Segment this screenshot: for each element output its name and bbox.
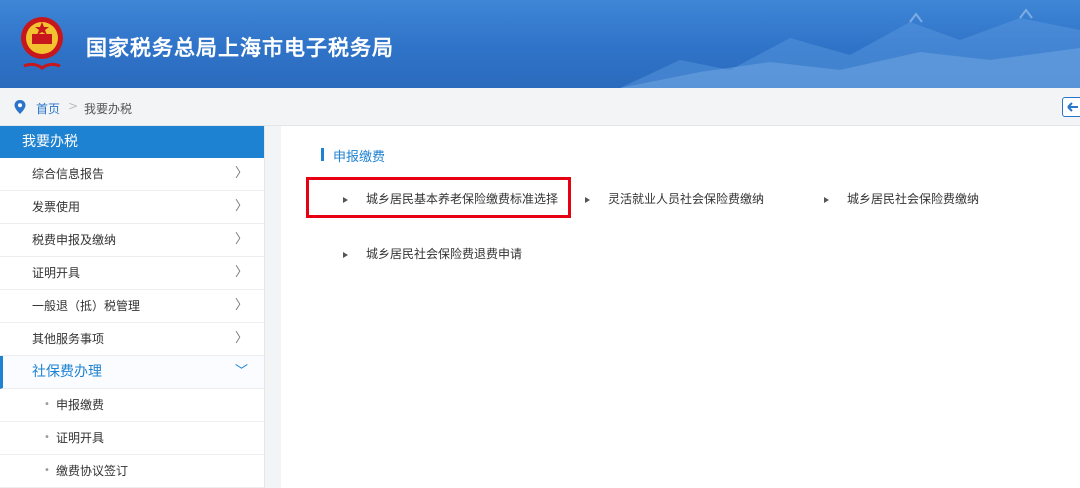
sidebar-item-invoice[interactable]: 发票使用 〉 — [0, 191, 264, 224]
section-title: 申报缴费 — [333, 150, 386, 165]
bullet-icon: • — [44, 432, 50, 443]
breadcrumb-separator: > — [68, 99, 79, 113]
chevron-right-icon: 〉 — [234, 199, 248, 214]
sidebar-subitem-declare-pay[interactable]: • 申报缴费 — [0, 389, 264, 422]
chevron-down-icon: ﹀ — [234, 364, 248, 379]
sidebar-subitem-label: 证明开具 — [56, 431, 105, 445]
sidebar-item-social-insurance[interactable]: 社保费办理 ﹀ — [0, 356, 264, 389]
sidebar-item-comprehensive-report[interactable]: 综合信息报告 〉 — [0, 158, 264, 191]
section-marker — [321, 148, 324, 161]
link-resident-insurance-refund[interactable]: 城乡居民社会保险费退费申请 — [343, 245, 522, 262]
great-wall-background-icon — [620, 8, 1080, 88]
sidebar-item-tax-filing[interactable]: 税费申报及缴纳 〉 — [0, 224, 264, 257]
site-title: 国家税务总局上海市电子税务局 — [86, 36, 394, 60]
sidebar-item-label: 社保费办理 — [32, 364, 102, 380]
chevron-right-icon: 〉 — [234, 232, 248, 247]
link-resident-insurance-payment[interactable]: 城乡居民社会保险费缴纳 — [824, 190, 979, 207]
breadcrumb-home-link[interactable]: 首页 — [36, 100, 60, 117]
sidebar-item-other-services[interactable]: 其他服务事项 〉 — [0, 323, 264, 356]
map-pin-icon — [14, 100, 26, 114]
back-arrow-icon — [1067, 102, 1078, 112]
bullet-icon: • — [44, 465, 50, 476]
sidebar-subitem-label: 申报缴费 — [56, 398, 105, 412]
bullet-icon: • — [44, 399, 50, 410]
triangle-right-icon — [585, 196, 590, 203]
breadcrumb-current: 我要办税 — [84, 102, 133, 116]
chevron-right-icon: 〉 — [234, 265, 248, 280]
sidebar-subitem-label: 缴费协议签订 — [56, 464, 129, 478]
breadcrumb: 首页 > 我要办税 — [0, 88, 1080, 126]
site-header: 国家税务总局上海市电子税务局 — [0, 0, 1080, 88]
link-flexible-employment-payment[interactable]: 灵活就业人员社会保险费缴纳 — [585, 190, 764, 207]
tax-emblem-icon — [21, 17, 63, 70]
sidebar-item-label: 证明开具 — [32, 266, 81, 280]
sidebar: 我要办税 综合信息报告 〉 发票使用 〉 税费申报及缴纳 〉 证明开具 〉 一般… — [0, 126, 265, 488]
triangle-right-icon — [824, 196, 829, 203]
sidebar-item-label: 综合信息报告 — [32, 167, 105, 181]
sidebar-item-label: 发票使用 — [32, 200, 81, 214]
sidebar-item-label: 其他服务事项 — [32, 332, 105, 346]
sidebar-heading: 我要办税 — [0, 126, 264, 158]
sidebar-item-label: 税费申报及缴纳 — [32, 233, 117, 247]
sidebar-item-label: 一般退（抵）税管理 — [32, 299, 141, 313]
chevron-right-icon: 〉 — [234, 166, 248, 181]
triangle-right-icon — [343, 251, 348, 258]
chevron-right-icon: 〉 — [234, 298, 248, 313]
sidebar-subitem-certificate[interactable]: • 证明开具 — [0, 422, 264, 455]
sidebar-item-refund[interactable]: 一般退（抵）税管理 〉 — [0, 290, 264, 323]
back-button[interactable] — [1062, 97, 1080, 117]
chevron-right-icon: 〉 — [234, 331, 248, 346]
sidebar-item-certificate[interactable]: 证明开具 〉 — [0, 257, 264, 290]
highlight-box — [306, 177, 571, 218]
sidebar-subitem-agreement[interactable]: • 缴费协议签订 — [0, 455, 264, 488]
